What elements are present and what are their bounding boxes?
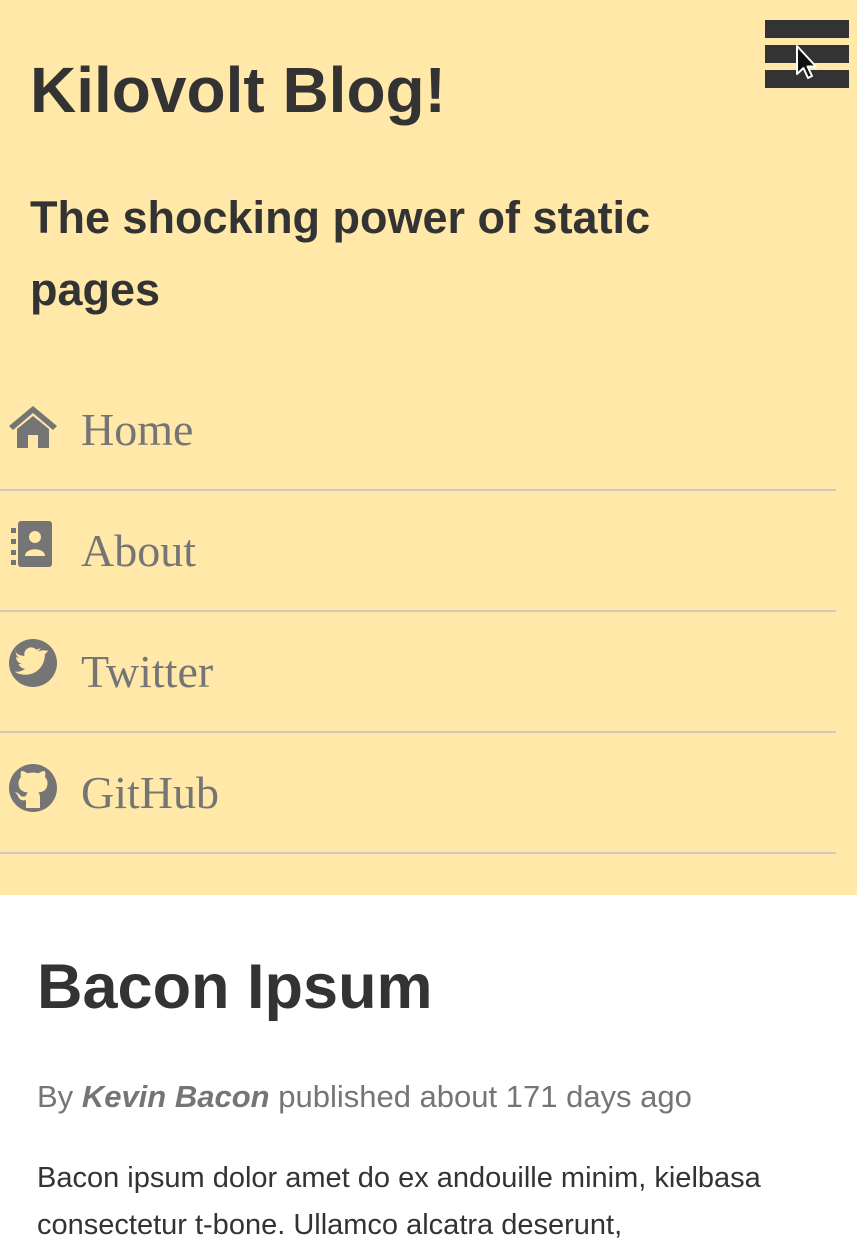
- byline-prefix: By: [37, 1079, 74, 1114]
- hamburger-menu-icon: [765, 20, 849, 38]
- nav-item-about[interactable]: About: [0, 491, 836, 612]
- nav-item-twitter[interactable]: Twitter: [0, 612, 836, 733]
- post-published-date: published about 171 days ago: [278, 1079, 692, 1114]
- post-author: Kevin Bacon: [81, 1079, 270, 1114]
- mouse-cursor-icon: [796, 45, 817, 79]
- post-title[interactable]: Bacon Ipsum: [37, 947, 433, 1027]
- home-icon: [8, 402, 58, 452]
- twitter-icon: [8, 638, 58, 688]
- nav-item-home[interactable]: Home: [0, 370, 836, 491]
- address-book-icon: [8, 519, 58, 569]
- post-byline: By Kevin Bacon published about 171 days …: [37, 1075, 692, 1119]
- post-body: Bacon ipsum dolor amet do ex andouille m…: [37, 1162, 761, 1241]
- nav-item-github[interactable]: GitHub: [0, 733, 836, 854]
- nav-item-label: Twitter: [81, 646, 214, 697]
- main-nav: Home About Twitter GitHub: [0, 370, 836, 854]
- nav-item-label: About: [81, 525, 196, 576]
- site-tagline: The shocking power of static pages: [30, 192, 651, 315]
- nav-item-label: Home: [81, 404, 194, 455]
- nav-item-label: GitHub: [81, 767, 219, 818]
- site-header: Kilovolt Blog! The shocking power of sta…: [0, 0, 857, 895]
- site-title[interactable]: Kilovolt Blog!: [30, 50, 446, 130]
- github-icon: [8, 763, 58, 813]
